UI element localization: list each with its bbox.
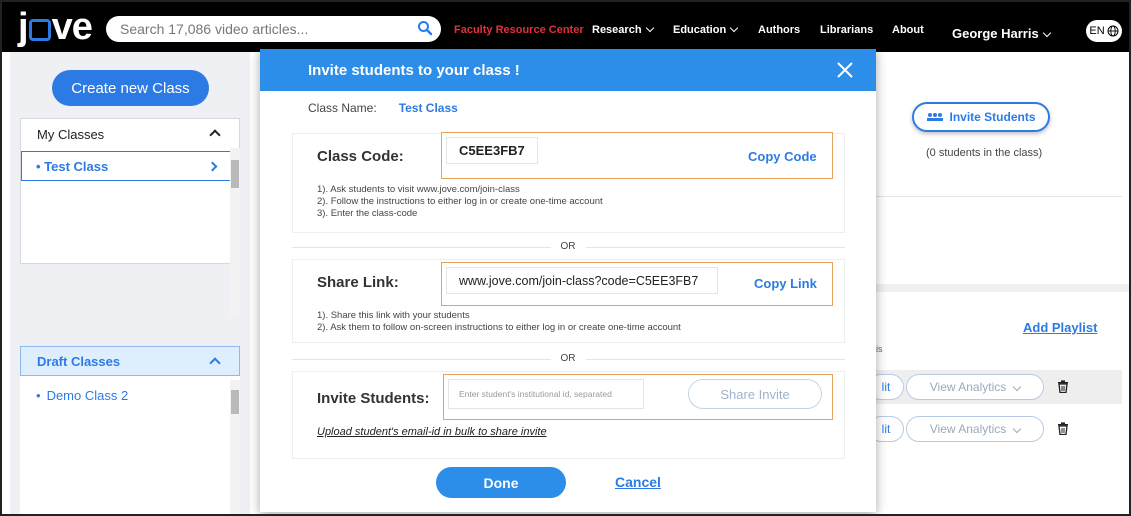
- step-text: 2). Follow the instructions to either lo…: [317, 196, 603, 207]
- or-divider: OR: [260, 353, 876, 364]
- search-bar[interactable]: Search 17,086 video articles...: [106, 16, 441, 42]
- step-text: 1). Ask students to visit www.jove.com/j…: [317, 184, 520, 195]
- invite-students-section: Invite Students: Enter student's institu…: [292, 371, 845, 459]
- scrollbar-thumb[interactable]: [231, 390, 239, 414]
- chevron-right-icon: [207, 161, 218, 172]
- logo-o-mark: [28, 19, 51, 41]
- chevron-up-icon: [209, 357, 221, 369]
- create-class-button[interactable]: Create new Class: [52, 70, 209, 106]
- share-link-value[interactable]: www.jove.com/join-class?code=C5EE3FB7: [446, 267, 718, 294]
- or-text: OR: [550, 353, 586, 364]
- cancel-button[interactable]: Cancel: [615, 474, 661, 490]
- my-classes-label: My Classes: [37, 126, 105, 142]
- share-invite-button[interactable]: Share Invite: [688, 379, 822, 409]
- step-text: 3). Enter the class-code: [317, 208, 418, 219]
- chevron-down-icon: [645, 23, 654, 33]
- chevron-down-icon: [729, 23, 739, 33]
- share-link-section: Share Link: www.jove.com/join-class?code…: [292, 259, 845, 343]
- view-analytics-button[interactable]: View Analytics: [906, 374, 1044, 400]
- trash-icon[interactable]: [1057, 380, 1069, 393]
- globe-icon: [1107, 25, 1119, 37]
- user-menu[interactable]: George Harris: [952, 26, 1051, 41]
- my-classes-scrollbar[interactable]: [230, 148, 240, 318]
- class-name-row: Class Name: Test Class: [308, 101, 458, 115]
- view-analytics-label: View Analytics: [929, 422, 1007, 436]
- draft-item-name: Demo Class 2: [46, 387, 129, 403]
- app-window: j ve Search 17,086 video articles... Facu…: [0, 0, 1131, 516]
- view-analytics-label: View Analytics: [929, 380, 1007, 394]
- my-classes-panel: My Classes • Test Class: [20, 118, 240, 264]
- scrollbar-thumb[interactable]: [231, 160, 239, 188]
- class-code-section: Class Code: C5EE3FB7 Copy Code 1). Ask s…: [292, 132, 845, 233]
- student-count: (0 students in the class): [926, 147, 1043, 159]
- draft-classes-panel: Draft Classes • Demo Class 2: [20, 346, 240, 514]
- draft-scrollbar[interactable]: [230, 380, 240, 514]
- student-id-input[interactable]: Enter student's institutional id, separa…: [448, 379, 644, 409]
- add-playlist-link[interactable]: Add Playlist: [1023, 320, 1097, 335]
- chevron-down-icon: [1012, 382, 1022, 392]
- step-text: 1). Share this link with your students: [317, 310, 470, 321]
- language-selector[interactable]: EN: [1086, 20, 1122, 42]
- invite-students-button[interactable]: Invite Students: [912, 102, 1050, 132]
- chevron-up-icon: [209, 129, 221, 141]
- nav-librarians[interactable]: Librarians: [820, 24, 873, 36]
- nav-authors[interactable]: Authors: [758, 24, 800, 36]
- or-divider: OR: [260, 241, 876, 252]
- invite-students-label: Invite Students: [949, 110, 1036, 124]
- search-input[interactable]: Search 17,086 video articles...: [120, 21, 308, 37]
- bulk-upload-link[interactable]: Upload student's email-id in bulk to sha…: [317, 426, 547, 438]
- copy-link-button[interactable]: Copy Link: [754, 276, 817, 291]
- class-code-label: Class Code:: [317, 148, 404, 165]
- trash-icon[interactable]: [1057, 422, 1069, 435]
- done-button[interactable]: Done: [436, 467, 566, 498]
- nav-education-label: Education: [673, 24, 727, 36]
- class-code-value[interactable]: C5EE3FB7: [446, 137, 538, 164]
- share-link-label: Share Link:: [317, 274, 399, 291]
- jove-logo[interactable]: j ve: [18, 6, 93, 49]
- class-name-value: Test Class: [398, 101, 458, 115]
- chevron-down-icon: [1042, 28, 1051, 38]
- copy-code-button[interactable]: Copy Code: [748, 149, 817, 164]
- class-name-label: Class Name:: [308, 101, 377, 115]
- column-header-fragment: is: [876, 344, 883, 354]
- top-nav: j ve Search 17,086 video articles... Facu…: [2, 2, 1129, 52]
- language-code: EN: [1089, 25, 1105, 37]
- class-item-label: • Test Class: [36, 158, 109, 174]
- modal-header: Invite students to your class !: [260, 49, 876, 91]
- divider: [876, 196, 1122, 197]
- view-analytics-button[interactable]: View Analytics: [906, 416, 1044, 442]
- nav-research-label: Research: [592, 24, 642, 36]
- nav-faculty-resource[interactable]: Faculty Resource Center: [454, 24, 584, 36]
- share-link-box: www.jove.com/join-class?code=C5EE3FB7 Co…: [441, 262, 833, 306]
- or-text: OR: [550, 241, 586, 252]
- invite-input-box: Enter student's institutional id, separa…: [443, 374, 833, 420]
- class-code-steps: 1). Ask students to visit www.jove.com/j…: [317, 184, 603, 220]
- sidebar-class-item[interactable]: • Test Class: [21, 151, 239, 181]
- invite-modal: Invite students to your class ! Class Na…: [260, 49, 876, 512]
- search-icon[interactable]: [417, 20, 433, 36]
- close-icon[interactable]: [836, 61, 854, 79]
- users-icon: [927, 113, 944, 121]
- my-classes-header[interactable]: My Classes: [21, 119, 239, 149]
- section-gap: [876, 284, 1129, 292]
- sidebar-draft-item[interactable]: • Demo Class 2: [20, 380, 240, 410]
- nav-about[interactable]: About: [892, 24, 924, 36]
- step-text: 2). Ask them to follow on-screen instruc…: [317, 322, 681, 333]
- draft-classes-header[interactable]: Draft Classes: [20, 346, 240, 376]
- nav-research[interactable]: Research: [592, 23, 654, 36]
- user-name: George Harris: [952, 26, 1039, 41]
- nav-education[interactable]: Education: [673, 23, 739, 36]
- class-item-name: Test Class: [44, 158, 109, 174]
- share-link-steps: 1). Share this link with your students 2…: [317, 310, 681, 334]
- class-code-box: C5EE3FB7 Copy Code: [441, 132, 833, 179]
- chevron-down-icon: [1012, 424, 1022, 434]
- invite-students-label: Invite Students:: [317, 390, 430, 407]
- draft-classes-label: Draft Classes: [37, 353, 121, 369]
- modal-title: Invite students to your class !: [308, 61, 520, 79]
